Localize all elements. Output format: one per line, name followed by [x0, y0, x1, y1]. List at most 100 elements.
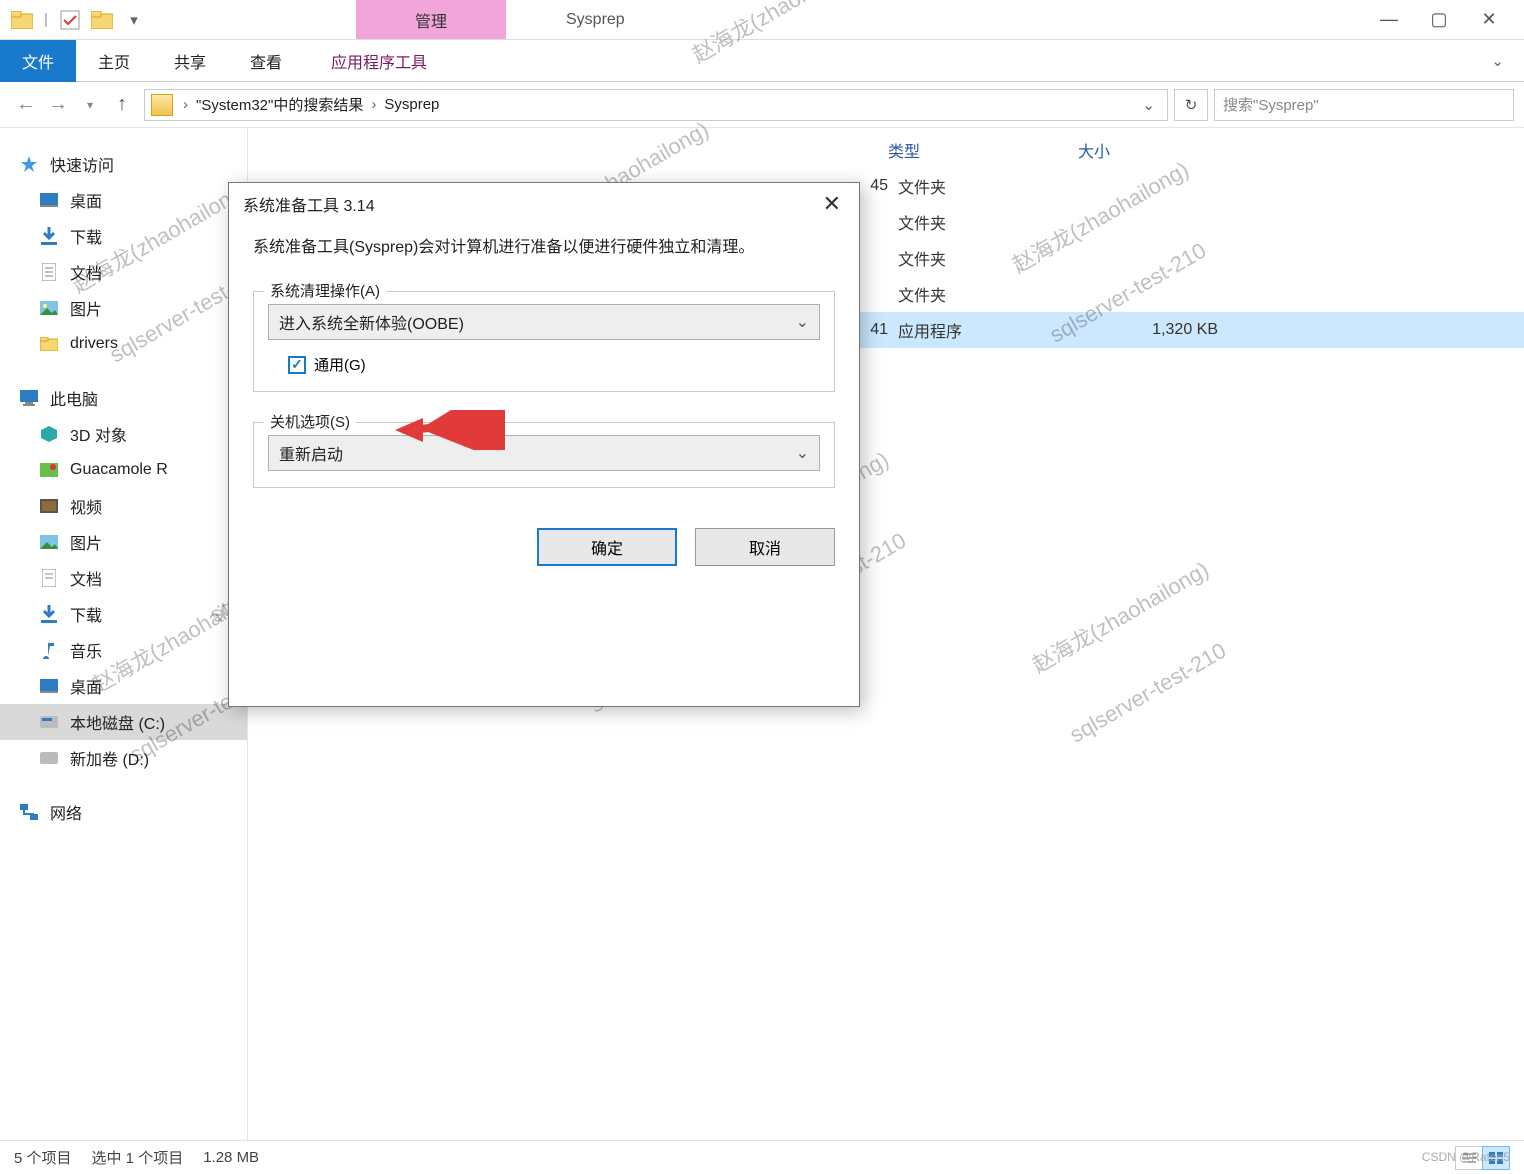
nav-music[interactable]: 音乐: [0, 632, 247, 668]
nav-3d-objects[interactable]: 3D 对象: [0, 416, 247, 452]
nav-pictures-2[interactable]: 图片: [0, 524, 247, 560]
qat-separator: |: [42, 8, 50, 32]
status-items: 5 个项目: [14, 1147, 72, 1168]
context-tab-header: 管理: [356, 0, 506, 39]
nav-videos[interactable]: 视频: [0, 488, 247, 524]
chevron-down-icon: ⌄: [796, 312, 809, 332]
ribbon-tabs: 文件 主页 共享 查看 应用程序工具 ⌄: [0, 40, 1524, 82]
window-title: Sysprep: [506, 0, 1354, 39]
dialog-title: 系统准备工具 3.14: [243, 192, 375, 216]
tab-apptools[interactable]: 应用程序工具: [304, 40, 454, 82]
document-icon: [38, 567, 60, 589]
close-icon[interactable]: ✕: [819, 191, 845, 217]
chevron-down-icon: ⌄: [796, 443, 809, 463]
checkbox-generalize-row[interactable]: ✓ 通用(G): [268, 354, 820, 375]
status-size: 1.28 MB: [203, 1149, 259, 1166]
chevron-right-icon[interactable]: ›: [179, 96, 192, 113]
nav-this-pc[interactable]: 此电脑: [0, 380, 247, 416]
search-placeholder: 搜索"Sysprep": [1223, 94, 1319, 115]
nav-local-disk-c[interactable]: 本地磁盘 (C:): [0, 704, 247, 740]
chevron-right-icon[interactable]: ›: [367, 96, 380, 113]
nav-desktop-2[interactable]: 桌面: [0, 668, 247, 704]
nav-documents[interactable]: 文档: [0, 254, 247, 290]
tab-share[interactable]: 共享: [152, 40, 228, 82]
nav-drivers[interactable]: drivers: [0, 326, 247, 362]
nav-desktop[interactable]: 桌面: [0, 182, 247, 218]
address-dropdown-icon[interactable]: ⌄: [1136, 96, 1161, 114]
navigation-bar: ← → ▾ ↑ › "System32"中的搜索结果 › Sysprep ⌄ ↻…: [0, 82, 1524, 128]
sysprep-dialog: 系统准备工具 3.14 ✕ 系统准备工具(Sysprep)会对计算机进行准备以便…: [228, 182, 860, 707]
group-cleanup-action: 系统清理操作(A) 进入系统全新体验(OOBE) ⌄ ✓ 通用(G): [253, 291, 835, 392]
close-button[interactable]: ✕: [1464, 9, 1514, 30]
nav-quick-access[interactable]: 快速访问: [0, 146, 247, 182]
combo-value: 重新启动: [279, 441, 796, 465]
star-icon: [18, 153, 40, 175]
dialog-description: 系统准备工具(Sysprep)会对计算机进行准备以便进行硬件独立和清理。: [253, 235, 835, 261]
annotation-arrow: [395, 410, 505, 450]
network-icon: [18, 801, 40, 823]
video-icon: [38, 495, 60, 517]
forward-button: →: [42, 93, 74, 116]
tab-file[interactable]: 文件: [0, 40, 76, 82]
quick-access-toolbar: | ▾: [0, 0, 156, 39]
refresh-button[interactable]: ↻: [1174, 89, 1208, 121]
nav-pictures[interactable]: 图片: [0, 290, 247, 326]
nav-documents-2[interactable]: 文档: [0, 560, 247, 596]
desktop-icon: [38, 189, 60, 211]
address-bar[interactable]: › "System32"中的搜索结果 › Sysprep ⌄: [144, 89, 1168, 121]
document-icon: [38, 261, 60, 283]
pictures-icon: [38, 297, 60, 319]
column-headers: 类型 大小: [248, 128, 1524, 168]
cancel-button[interactable]: 取消: [695, 528, 835, 566]
navigation-pane: 快速访问 桌面 下载 文档 图片 drivers 此电脑 3D 对象 Guaca…: [0, 128, 248, 1140]
context-tab-label: 管理: [356, 0, 506, 39]
folder-icon: [38, 333, 60, 355]
minimize-button[interactable]: —: [1364, 9, 1414, 30]
folder-icon: [10, 8, 34, 32]
status-selected: 选中 1 个项目: [92, 1147, 184, 1168]
group-shutdown-options: 关机选项(S) 重新启动 ⌄: [253, 422, 835, 488]
up-button[interactable]: ↑: [106, 93, 138, 116]
drive-icon: [38, 711, 60, 733]
pictures-icon: [38, 531, 60, 553]
download-icon: [38, 225, 60, 247]
nav-local-disk-d[interactable]: 新加卷 (D:): [0, 740, 247, 776]
nav-downloads[interactable]: 下载: [0, 218, 247, 254]
combo-cleanup-action[interactable]: 进入系统全新体验(OOBE) ⌄: [268, 304, 820, 340]
recent-dropdown[interactable]: ▾: [74, 98, 106, 112]
search-input[interactable]: 搜索"Sysprep": [1214, 89, 1514, 121]
qat-dropdown-icon[interactable]: ▾: [122, 8, 146, 32]
nav-guacamole[interactable]: Guacamole R: [0, 452, 247, 488]
combo-value: 进入系统全新体验(OOBE): [279, 310, 796, 334]
nav-network[interactable]: 网络: [0, 794, 247, 830]
drive-icon: [38, 747, 60, 769]
back-button[interactable]: ←: [10, 93, 42, 116]
group-label-shutdown: 关机选项(S): [264, 411, 356, 432]
tab-view[interactable]: 查看: [228, 40, 304, 82]
checkbox-generalize[interactable]: ✓: [288, 356, 306, 374]
combo-shutdown-option[interactable]: 重新启动 ⌄: [268, 435, 820, 471]
maximize-button[interactable]: ▢: [1414, 9, 1464, 30]
computer-icon: [18, 387, 40, 409]
properties-icon[interactable]: [58, 8, 82, 32]
ribbon-expand-icon[interactable]: ⌄: [1491, 52, 1524, 70]
download-icon: [38, 603, 60, 625]
new-folder-icon[interactable]: [90, 8, 114, 32]
dialog-titlebar[interactable]: 系统准备工具 3.14 ✕: [229, 183, 859, 225]
ok-button[interactable]: 确定: [537, 528, 677, 566]
column-type[interactable]: 类型: [888, 138, 1078, 162]
breadcrumb-2[interactable]: Sysprep: [380, 96, 443, 113]
nav-downloads-2[interactable]: 下载: [0, 596, 247, 632]
redirect-icon: [38, 459, 60, 481]
column-size[interactable]: 大小: [1078, 138, 1248, 162]
desktop-icon: [38, 675, 60, 697]
folder-icon: [151, 94, 173, 116]
tab-home[interactable]: 主页: [76, 40, 152, 82]
window-titlebar: | ▾ 管理 Sysprep — ▢ ✕: [0, 0, 1524, 40]
breadcrumb-1[interactable]: "System32"中的搜索结果: [192, 94, 367, 115]
group-label-cleanup: 系统清理操作(A): [264, 280, 386, 301]
music-icon: [38, 639, 60, 661]
cube-icon: [38, 423, 60, 445]
credit-text: CSDN @Raten5: [1422, 1150, 1510, 1164]
status-bar: 5 个项目 选中 1 个项目 1.28 MB: [0, 1140, 1524, 1174]
